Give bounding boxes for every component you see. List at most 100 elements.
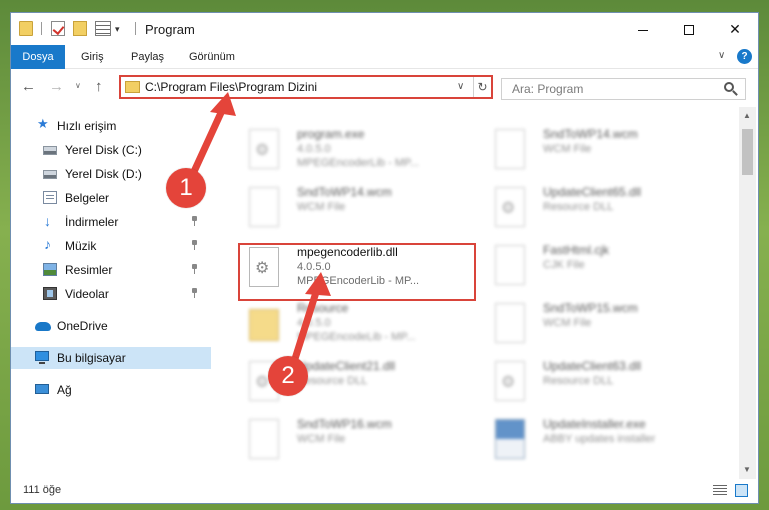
dll-file-icon <box>495 361 525 401</box>
exe-file-icon <box>249 129 279 169</box>
file-type: WCM File <box>543 143 592 155</box>
file-tile[interactable]: UpdateInstaller.exe ABBY updates install… <box>487 413 727 467</box>
pin-icon[interactable] <box>191 240 198 250</box>
status-bar: 111 öğe <box>11 479 758 503</box>
music-icon: ♪ <box>44 236 51 252</box>
forward-arrow-icon[interactable]: → <box>49 78 64 95</box>
pin-icon[interactable] <box>191 288 198 298</box>
help-icon[interactable]: ? <box>737 49 752 64</box>
sidebar-item-drive-c[interactable]: Yerel Disk (C:) <box>11 139 211 161</box>
sidebar-item-label: OneDrive <box>57 319 108 333</box>
sidebar-item-downloads[interactable]: ↓ İndirmeler <box>11 211 211 233</box>
navigation-bar: ← → ∨ ↑ C:\Program Files\Program Dizini … <box>11 69 758 105</box>
item-count: 111 öğe <box>23 484 62 496</box>
scroll-down-icon[interactable]: ▼ <box>743 465 751 474</box>
file-icon <box>249 187 279 227</box>
tab-share[interactable]: Paylaş <box>121 45 174 69</box>
file-tile[interactable]: Resource 4.0.5.0 MPEGEncodeLib - MP... <box>241 297 481 351</box>
videos-icon <box>43 287 57 300</box>
sidebar-item-label: Hızlı erişim <box>57 119 117 133</box>
file-tile[interactable]: SndToWP14.wcm WCM File <box>241 181 481 235</box>
new-folder-icon[interactable] <box>73 21 87 36</box>
sidebar-item-label: Resimler <box>65 263 113 277</box>
view-properties-icon[interactable] <box>95 21 111 36</box>
tab-view[interactable]: Görünüm <box>179 45 245 69</box>
properties-check-icon[interactable] <box>51 21 65 36</box>
tiles-view-icon[interactable] <box>735 484 748 497</box>
file-name: UpdateClient21.dll <box>297 359 396 373</box>
computer-icon <box>35 351 49 364</box>
drive-icon <box>43 146 57 155</box>
sidebar-item-network[interactable]: Ağ <box>11 379 211 401</box>
pin-icon[interactable] <box>191 264 198 274</box>
address-dropdown-icon[interactable]: ∨ <box>457 81 464 92</box>
pictures-icon <box>43 263 57 276</box>
details-view-icon[interactable] <box>713 485 727 496</box>
file-type: ABBY updates installer <box>543 433 656 445</box>
back-arrow-icon[interactable]: ← <box>21 78 36 95</box>
file-name: SndToWP16.wcm <box>297 417 392 431</box>
address-bar[interactable]: C:\Program Files\Program Dizini ∨ ↻ <box>119 75 493 99</box>
vertical-scrollbar[interactable]: ▲ ▼ <box>739 107 756 479</box>
search-placeholder: Ara: Program <box>512 82 584 96</box>
sidebar-item-label: Ağ <box>57 383 72 397</box>
file-version: 4.0.5.0 <box>297 261 331 273</box>
ribbon-tabs: Dosya Giriş Paylaş Görünüm ∨ ? <box>11 45 758 69</box>
file-type: WCM File <box>297 201 346 213</box>
minimize-button[interactable] <box>620 13 666 45</box>
file-name: UpdateClient65.dll <box>543 185 642 199</box>
sidebar-item-this-pc[interactable]: Bu bilgisayar <box>11 347 211 369</box>
file-name: FastHtml.cjk <box>543 243 609 257</box>
search-icon[interactable] <box>724 82 734 92</box>
dll-file-icon <box>249 247 279 287</box>
file-name: SndToWP14.wcm <box>297 185 392 199</box>
file-tile[interactable]: UpdateClient65.dll Resource DLL <box>487 181 727 235</box>
file-version: 4.0.5.0 <box>297 143 331 155</box>
sidebar-item-music[interactable]: ♪ Müzik <box>11 235 211 257</box>
file-icon <box>249 419 279 459</box>
file-icon <box>495 303 525 343</box>
tab-file[interactable]: Dosya <box>11 45 65 69</box>
file-name: SndToWP14.wcm <box>543 127 638 141</box>
scroll-up-icon[interactable]: ▲ <box>743 111 751 120</box>
installer-file-icon <box>495 419 525 459</box>
sidebar-item-quick-access[interactable]: ★ Hızlı erişim <box>11 115 211 137</box>
file-list: program.exe 4.0.5.0 MPEGEncoderLib - MP.… <box>221 107 737 479</box>
quick-access-dropdown-icon[interactable]: ▾ <box>115 24 120 35</box>
folder-icon <box>249 309 279 341</box>
file-name: UpdateInstaller.exe <box>543 417 646 431</box>
file-type: Resource DLL <box>543 201 614 213</box>
title-divider <box>135 22 136 35</box>
onedrive-icon <box>35 322 51 331</box>
file-tile[interactable]: FastHtml.cjk CJK File <box>487 239 727 293</box>
file-version: 4.0.5.0 <box>297 317 331 329</box>
drive-icon <box>43 170 57 179</box>
star-icon: ★ <box>37 116 49 131</box>
sidebar-item-videos[interactable]: Videolar <box>11 283 211 305</box>
file-type: WCM File <box>297 433 346 445</box>
close-button[interactable]: ✕ <box>712 13 758 45</box>
ribbon-expand-icon[interactable]: ∨ <box>718 50 725 61</box>
file-tile[interactable]: SndToWP14.wcm WCM File <box>487 123 727 177</box>
file-name: SndToWP15.wcm <box>543 301 638 315</box>
maximize-icon <box>684 25 694 36</box>
maximize-button[interactable] <box>666 13 712 45</box>
file-tile[interactable]: UpdateClient63.dll Resource DLL <box>487 355 727 409</box>
file-tile[interactable]: program.exe 4.0.5.0 MPEGEncoderLib - MP.… <box>241 123 481 177</box>
file-description: MPEGEncoderLib - MP... <box>297 275 420 287</box>
recent-locations-icon[interactable]: ∨ <box>75 81 81 90</box>
refresh-icon[interactable]: ↻ <box>473 77 491 97</box>
scroll-thumb[interactable] <box>742 129 753 175</box>
search-input[interactable]: Ara: Program <box>501 78 746 100</box>
sidebar-item-pictures[interactable]: Resimler <box>11 259 211 281</box>
tab-home[interactable]: Giriş <box>71 45 114 69</box>
up-arrow-icon[interactable]: ↑ <box>95 78 103 95</box>
navigation-pane: ★ Hızlı erişim Yerel Disk (C:) Yerel Dis… <box>11 107 211 479</box>
sidebar-item-onedrive[interactable]: OneDrive <box>11 315 211 337</box>
pin-icon[interactable] <box>191 216 198 226</box>
address-path[interactable]: C:\Program Files\Program Dizini <box>145 80 317 94</box>
highlighted-file-tile[interactable]: mpegencoderlib.dll 4.0.5.0 MPEGEncoderLi… <box>241 241 481 295</box>
file-tile[interactable]: SndToWP16.wcm WCM File <box>241 413 481 467</box>
file-name: Resource <box>297 301 349 315</box>
file-tile[interactable]: SndToWP15.wcm WCM File <box>487 297 727 351</box>
